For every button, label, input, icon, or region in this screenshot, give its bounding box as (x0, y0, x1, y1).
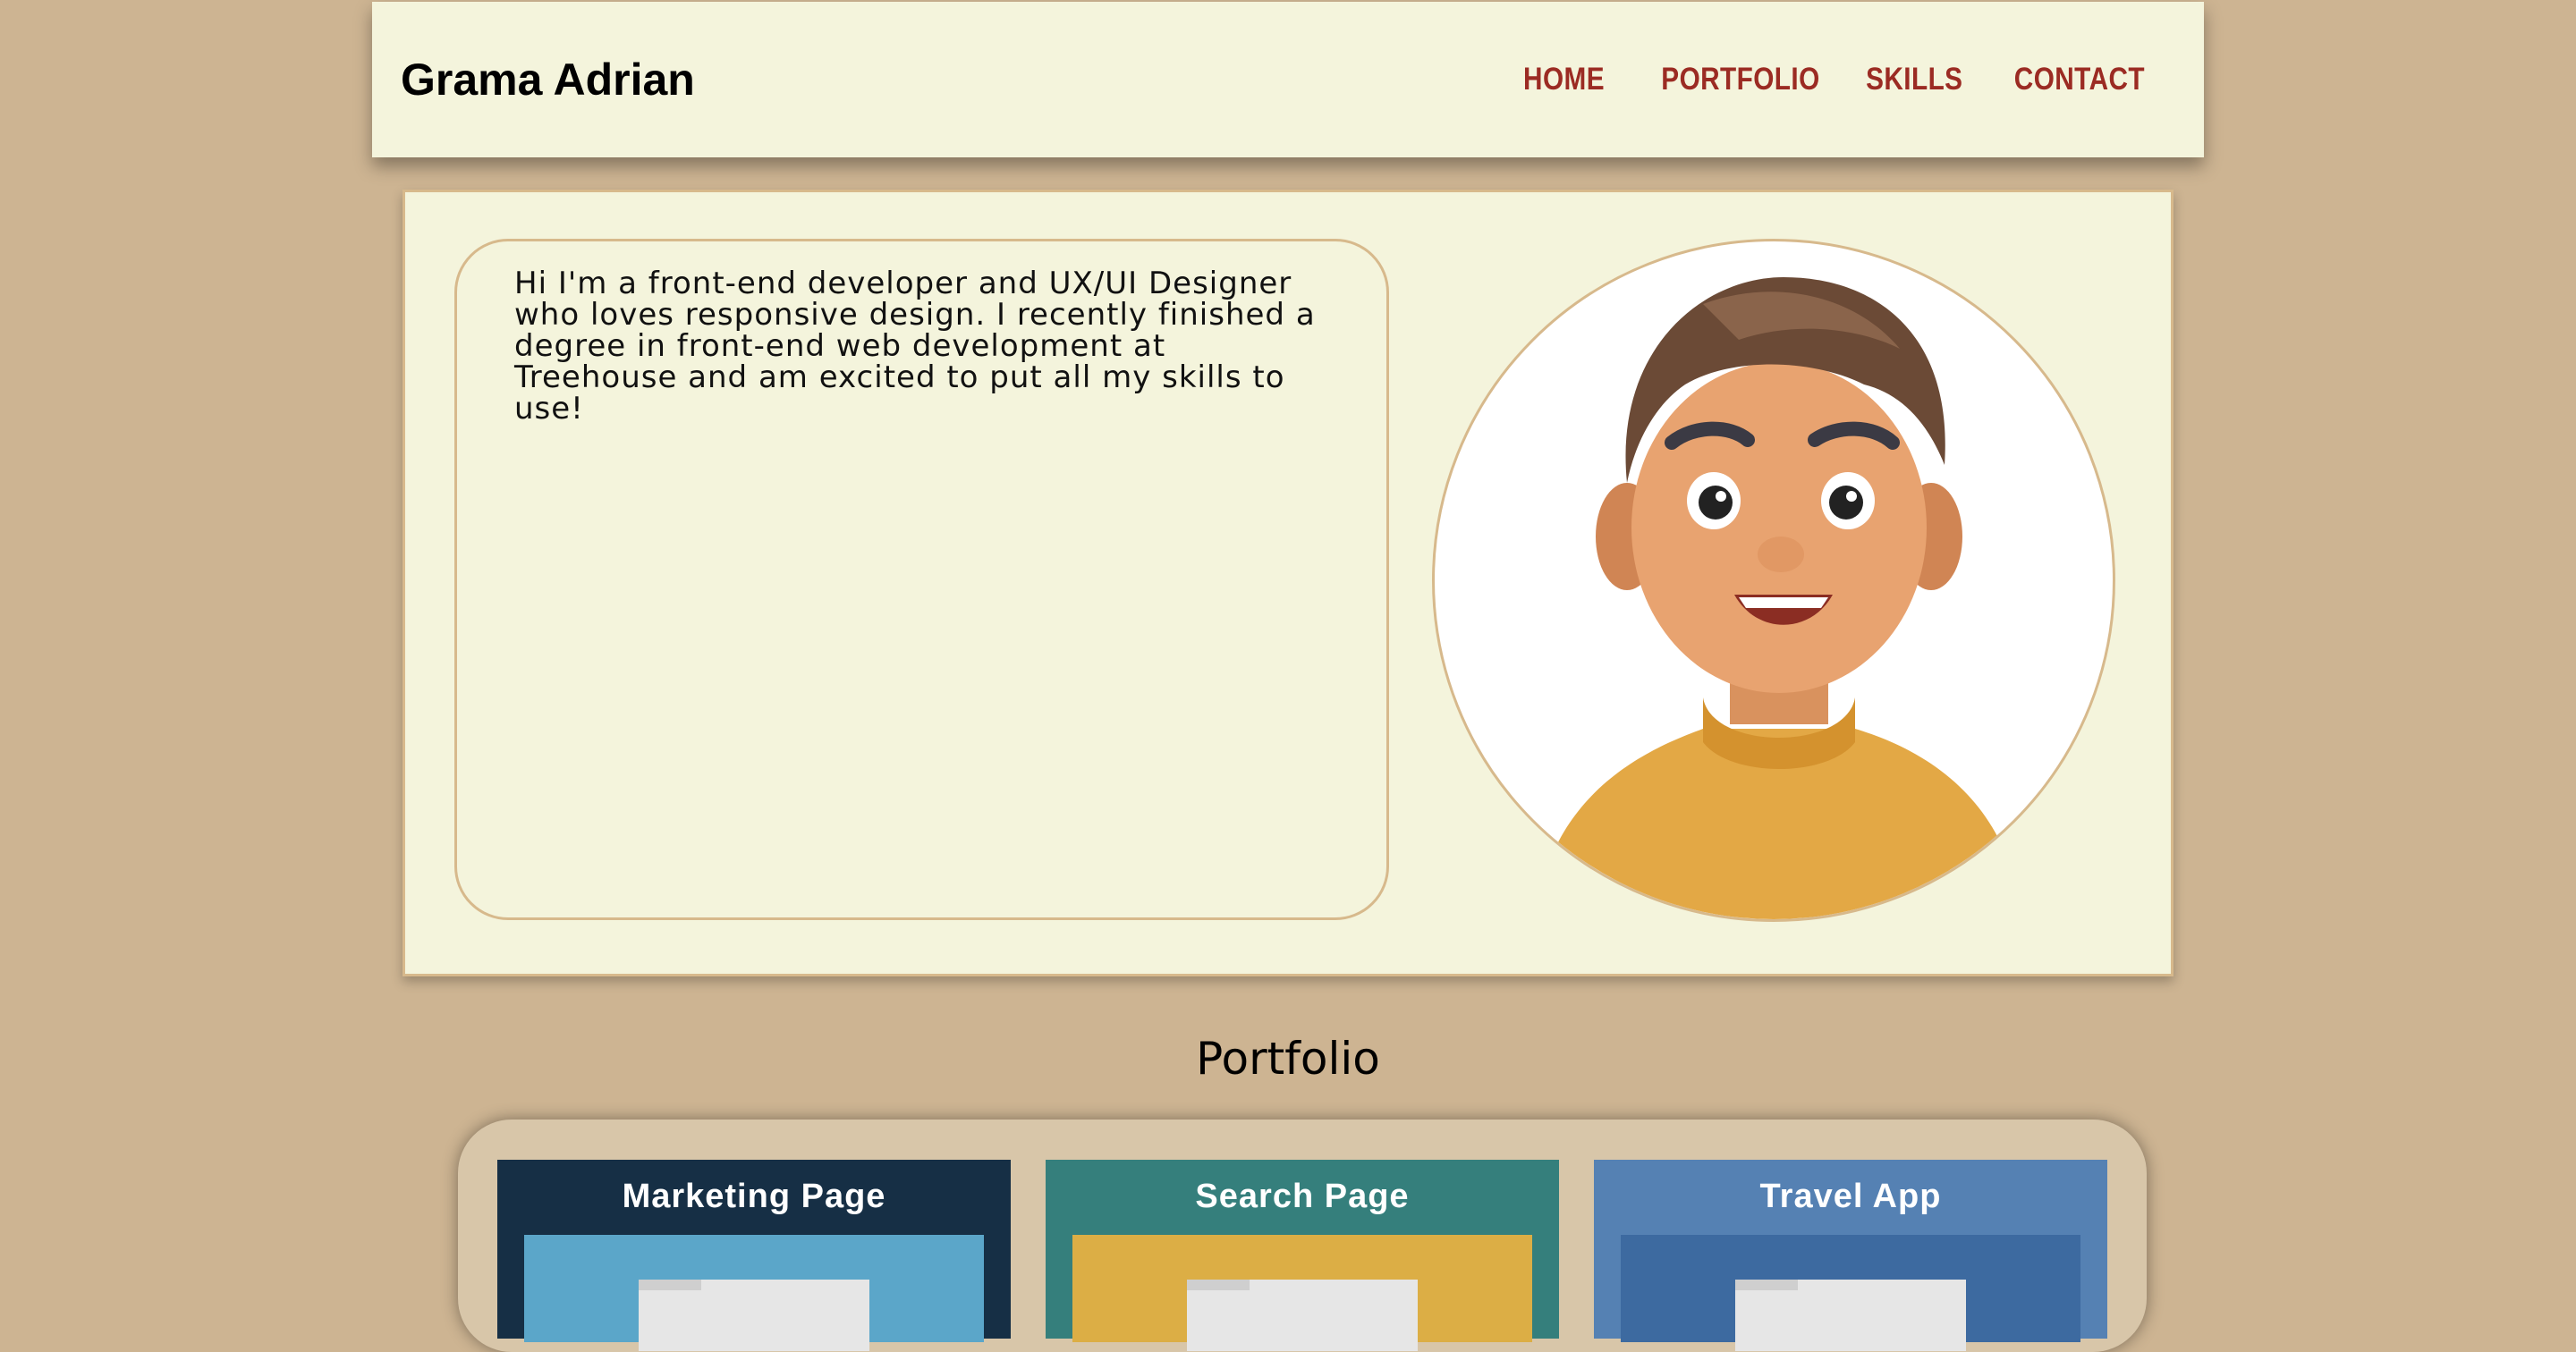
card-title: Search Page (1195, 1178, 1410, 1215)
nav-portfolio[interactable]: PORTFOLIO (1661, 62, 1819, 97)
nav-skills[interactable]: SKILLS (1866, 62, 1962, 97)
bio-text: Hi I'm a front-end developer and UX/UI D… (454, 239, 1389, 920)
card-title: Travel App (1759, 1178, 1942, 1215)
site-header: Grama Adrian HOME PORTFOLIO SKILLS CONTA… (372, 2, 2204, 157)
portfolio-card-travel[interactable]: Travel App (1594, 1160, 2107, 1351)
nav-home[interactable]: HOME (1523, 62, 1605, 97)
card-thumbnail (1072, 1235, 1532, 1351)
card-thumbnail (1621, 1235, 2080, 1351)
avatar (1432, 239, 2115, 922)
portfolio-card-marketing[interactable]: Marketing Page (497, 1160, 1011, 1351)
main-nav: HOME PORTFOLIO SKILLS CONTACT (1509, 62, 2145, 97)
nav-contact[interactable]: CONTACT (2014, 62, 2145, 97)
hero-section: Hi I'm a front-end developer and UX/UI D… (402, 190, 2174, 976)
avatar-illustration (1542, 277, 2016, 919)
card-thumbnail (524, 1235, 984, 1351)
portfolio-card-search[interactable]: Search Page (1046, 1160, 1559, 1351)
portfolio-gallery: Marketing Page Search Page Travel App (458, 1120, 2147, 1352)
card-title: Marketing Page (622, 1178, 886, 1215)
portfolio-title: Portfolio (1196, 1033, 1380, 1085)
site-logo[interactable]: Grama Adrian (401, 54, 695, 106)
